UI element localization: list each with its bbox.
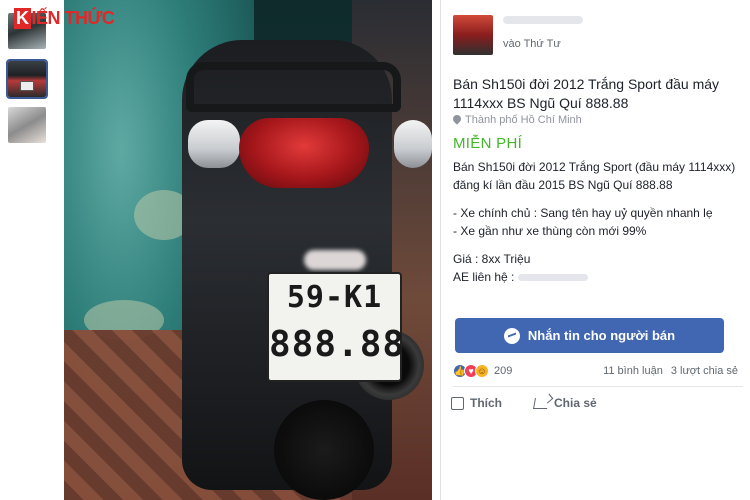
reaction-count: 209: [494, 365, 513, 377]
desc-bullet: - Xe chính chủ : Sang tên hay uỷ quyền n…: [453, 206, 713, 220]
listing-title: Bán Sh150i đời 2012 Trắng Sport đầu máy …: [453, 76, 720, 111]
turn-signal-right: [394, 120, 432, 168]
share-button[interactable]: Chia sẻ: [533, 396, 597, 410]
logo-text: IẾN THỨC: [31, 8, 115, 28]
message-button-label: Nhắn tin cho người bán: [527, 328, 676, 343]
listing-details-panel: vào Thứ Tư Bán Sh150i đời 2012 Trắng Spo…: [440, 0, 750, 500]
thumbnail-3[interactable]: [8, 107, 46, 143]
message-seller-button[interactable]: Nhắn tin cho người bán: [455, 318, 724, 353]
desc-contact-line: AE liên hệ :: [453, 268, 745, 286]
haha-reaction-icon: ☺: [475, 364, 489, 378]
share-arrow-icon: [533, 397, 549, 409]
like-label: Thích: [470, 396, 502, 410]
thumbnail-plate: [20, 81, 34, 91]
messenger-icon: [503, 327, 520, 344]
location-text[interactable]: Thành phố Hồ Chí Minh: [465, 114, 582, 126]
thumbnail-strip: [0, 0, 64, 500]
like-button[interactable]: Thích: [451, 396, 502, 410]
seller-avatar[interactable]: [453, 15, 493, 55]
logo-letter: K: [14, 8, 31, 29]
listing-description: Bán Sh150i đời 2012 Trắng Sport (đầu máy…: [453, 158, 745, 286]
blurred-region: [304, 250, 366, 270]
tail-light: [239, 118, 369, 188]
shares-count[interactable]: 3 lượt chia sẻ: [671, 365, 738, 377]
seller-name-redacted[interactable]: [503, 16, 583, 24]
license-plate: 59-K1 888.88: [267, 272, 406, 382]
thumbnail-2-selected[interactable]: [6, 59, 48, 99]
plate-line-2: 888.88: [269, 324, 406, 365]
plate-line-1: 59-K1: [286, 280, 383, 315]
map-pin-icon: [453, 115, 461, 125]
reactions-summary[interactable]: 👍 ♥ ☺ 209: [453, 364, 512, 378]
comments-count[interactable]: 11 bình luận: [603, 365, 663, 377]
listing-photo[interactable]: 59-K1 888.88: [64, 0, 432, 500]
desc-price-line: Giá : 8xx Triệu: [453, 252, 531, 266]
share-label: Chia sẻ: [554, 396, 597, 410]
desc-bullet: - Xe gần như xe thùng còn mới 99%: [453, 224, 647, 238]
desc-line: Bán Sh150i đời 2012 Trắng Sport (đầu máy…: [453, 160, 736, 192]
divider: [453, 386, 743, 387]
listing-price: MIỄN PHÍ: [453, 135, 523, 152]
contact-label: AE liên hệ :: [453, 270, 515, 284]
rear-wheel: [274, 400, 374, 500]
engagement-counts: 11 bình luận 3 lượt chia sẻ: [603, 365, 738, 377]
scooter-rack: [186, 62, 401, 112]
turn-signal-left: [188, 120, 240, 168]
post-time: vào Thứ Tư: [503, 38, 561, 50]
contact-redacted: [518, 274, 589, 282]
listing-location: Thành phố Hồ Chí Minh: [453, 114, 582, 126]
site-logo: K IẾN THỨC: [14, 8, 115, 29]
action-bar: Thích Chia sẻ: [451, 396, 597, 410]
thumbs-up-icon: [451, 396, 464, 410]
